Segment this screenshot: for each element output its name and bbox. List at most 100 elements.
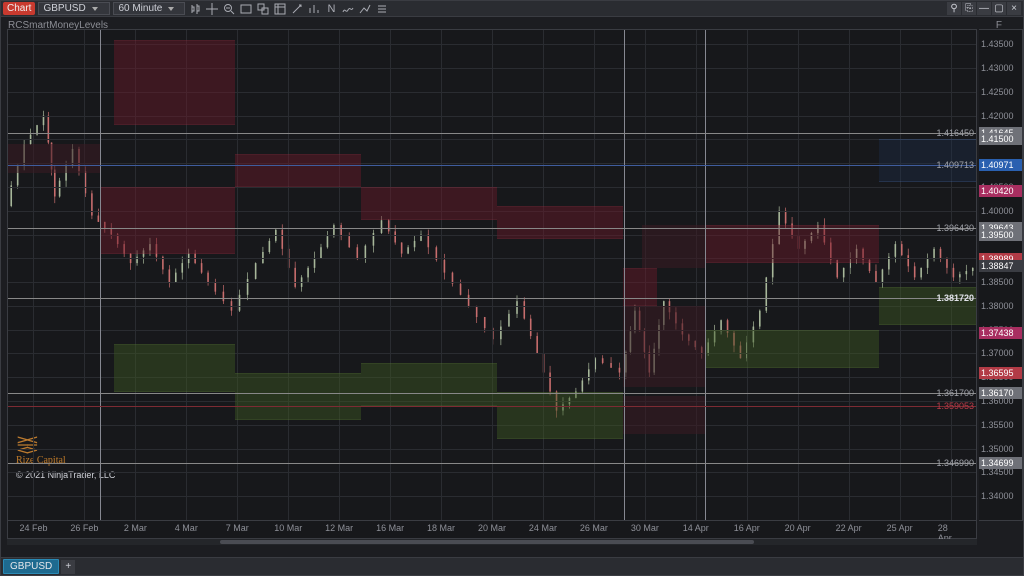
indicator-icon[interactable] [341, 2, 355, 15]
y-tick: 1.37000 [981, 348, 1014, 358]
text-tool-icon[interactable]: N [324, 2, 338, 15]
green-zone [497, 392, 623, 440]
chart-badge: Chart [3, 2, 35, 15]
x-tick: 20 Apr [785, 523, 811, 533]
session-divider [624, 30, 625, 520]
x-tick: 2 Mar [124, 523, 147, 533]
red-zone [235, 154, 361, 187]
minimize-icon[interactable]: — [977, 2, 991, 15]
horizontal-scrollbar[interactable] [7, 539, 977, 545]
y-tick: 1.38500 [981, 277, 1014, 287]
y-tick: 1.42000 [981, 111, 1014, 121]
green-zone [705, 330, 879, 368]
y-tick: 1.42500 [981, 87, 1014, 97]
chart-container: RCSmartMoneyLevels F ⋛⋚ Rize Capital © 2… [1, 17, 1023, 557]
y-tick: 1.40000 [981, 206, 1014, 216]
draw-icon[interactable] [290, 2, 304, 15]
chevron-down-icon [92, 7, 98, 11]
price-badge: 1.39500 [979, 229, 1022, 241]
session-divider [705, 30, 706, 520]
darkred-zone [8, 144, 100, 173]
price-badge: 1.40971 [979, 159, 1022, 171]
instrument-tab[interactable]: GBPUSD [3, 559, 59, 574]
x-tick: 22 Apr [836, 523, 862, 533]
x-tick: 26 Feb [70, 523, 98, 533]
red-zone [497, 206, 623, 239]
interval-selector[interactable]: 60 Minute [113, 2, 185, 15]
scrollbar-thumb[interactable] [220, 540, 754, 544]
zoom-out-icon[interactable] [222, 2, 236, 15]
window-buttons: ⚲ ⎘ — ▢ × [947, 2, 1021, 15]
status-bar: GBPUSD + [1, 557, 1023, 575]
logo: ⋛⋚ Rize Capital [16, 437, 66, 466]
green-zone [361, 363, 497, 406]
zoom-window-icon[interactable] [239, 2, 253, 15]
x-tick: 26 Mar [580, 523, 608, 533]
x-tick: 18 Mar [427, 523, 455, 533]
logo-text: Rize Capital [16, 455, 66, 466]
logo-wings-icon: ⋛⋚ [16, 437, 66, 455]
price-badge: 1.38847 [979, 260, 1022, 272]
add-tab-button[interactable]: + [61, 560, 75, 574]
y-axis[interactable]: 1.340001.345001.350001.355001.360001.365… [979, 29, 1023, 521]
red-zone [114, 40, 235, 126]
x-tick: 12 Mar [325, 523, 353, 533]
y-tick: 1.35500 [981, 420, 1014, 430]
ref-level-label: 1.416450 [936, 128, 974, 138]
x-tick: 16 Mar [376, 523, 404, 533]
red-zone [623, 268, 657, 306]
maximize-icon[interactable]: ▢ [992, 2, 1006, 15]
red-zone [100, 187, 236, 254]
price-badge: 1.36170 [979, 387, 1022, 399]
zoom-region-icon[interactable] [256, 2, 270, 15]
chevron-down-icon [168, 7, 174, 11]
x-tick: 16 Apr [734, 523, 760, 533]
price-badge: 1.34699 [979, 457, 1022, 469]
darkred-zone [623, 306, 705, 387]
x-tick: 7 Mar [226, 523, 249, 533]
price-badge: 1.41500 [979, 133, 1022, 145]
darkred-zone [642, 225, 705, 268]
toolbar: Chart GBPUSD 60 Minute N ⚲ ⎘ — ▢ × [1, 1, 1023, 17]
y-tick: 1.38000 [981, 301, 1014, 311]
price-badge: 1.36595 [979, 367, 1022, 379]
price-plot[interactable]: RCSmartMoneyLevels F ⋛⋚ Rize Capital © 2… [7, 29, 977, 521]
x-tick: 10 Mar [274, 523, 302, 533]
session-divider [100, 30, 101, 520]
ref-level-label: 1.359053 [936, 401, 974, 411]
instrument-selector[interactable]: GBPUSD [38, 2, 110, 15]
y-tick: 1.35000 [981, 444, 1014, 454]
ref-level-label: 1.361700 [936, 388, 974, 398]
x-tick: 30 Mar [631, 523, 659, 533]
x-tick: 24 Feb [19, 523, 47, 533]
x-tick: 20 Mar [478, 523, 506, 533]
data-box-icon[interactable] [273, 2, 287, 15]
price-badge: 1.37438 [979, 327, 1022, 339]
ref-level-label: 1.409713 [936, 160, 974, 170]
candlestick-icon[interactable] [188, 2, 202, 15]
link-icon[interactable]: ⎘ [962, 2, 976, 15]
red-zone [705, 225, 879, 263]
y-tick: 1.43500 [981, 39, 1014, 49]
darkred-zone [623, 396, 705, 434]
x-axis[interactable]: 24 Feb26 Feb2 Mar4 Mar7 Mar10 Mar12 Mar1… [7, 521, 977, 539]
crosshair-icon[interactable] [205, 2, 219, 15]
instrument-value: GBPUSD [43, 3, 85, 14]
interval-value: 60 Minute [118, 3, 162, 14]
bars-icon[interactable] [307, 2, 321, 15]
y-tick: 1.34000 [981, 491, 1014, 501]
x-tick: 14 Apr [683, 523, 709, 533]
trend-icon[interactable] [358, 2, 372, 15]
ref-level-label: 1.381720 [936, 293, 974, 303]
price-badge: 1.40420 [979, 185, 1022, 197]
green-zone [114, 344, 235, 392]
list-icon[interactable] [375, 2, 389, 15]
ref-level-label: 1.346990 [936, 458, 974, 468]
y-tick: 1.43000 [981, 63, 1014, 73]
close-icon[interactable]: × [1007, 2, 1021, 15]
pin-icon[interactable]: ⚲ [947, 2, 961, 15]
red-zone [361, 187, 497, 220]
x-tick: 24 Mar [529, 523, 557, 533]
green-zone [235, 373, 361, 421]
ref-level-label: 1.396430 [936, 223, 974, 233]
